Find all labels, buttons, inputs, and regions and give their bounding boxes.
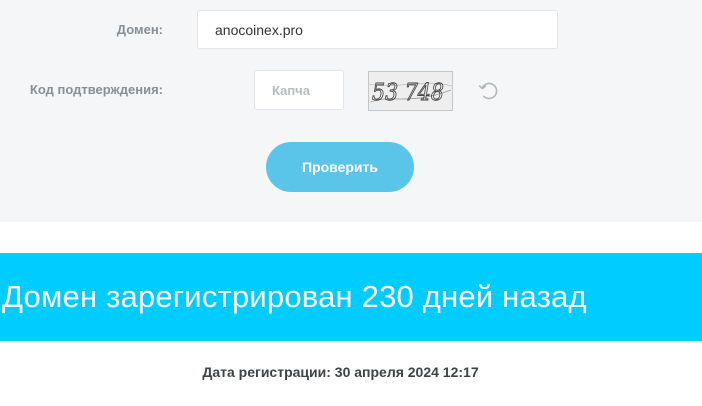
registration-date-label: Дата регистрации: bbox=[202, 364, 331, 380]
registration-age-text: Домен зарегистрирован 230 дней назад bbox=[2, 279, 587, 314]
registration-age-banner: Домен зарегистрирован 230 дней назад bbox=[0, 253, 702, 341]
captcha-image: 53 748 bbox=[368, 71, 453, 111]
registration-date-value: 30 апреля 2024 12:17 bbox=[334, 364, 479, 380]
refresh-icon[interactable] bbox=[477, 79, 501, 103]
registration-date-line: Дата регистрации: 30 апреля 2024 12:17 bbox=[0, 364, 681, 380]
check-form-panel: Домен: Код подтверждения: 53 748 Провери… bbox=[0, 0, 702, 222]
domain-label: Домен: bbox=[116, 22, 163, 37]
captcha-input[interactable] bbox=[254, 70, 344, 110]
captcha-text: 53 748 bbox=[372, 80, 444, 106]
confirmation-code-label: Код подтверждения: bbox=[29, 82, 163, 97]
domain-input[interactable] bbox=[197, 10, 558, 49]
check-button[interactable]: Проверить bbox=[266, 142, 414, 192]
